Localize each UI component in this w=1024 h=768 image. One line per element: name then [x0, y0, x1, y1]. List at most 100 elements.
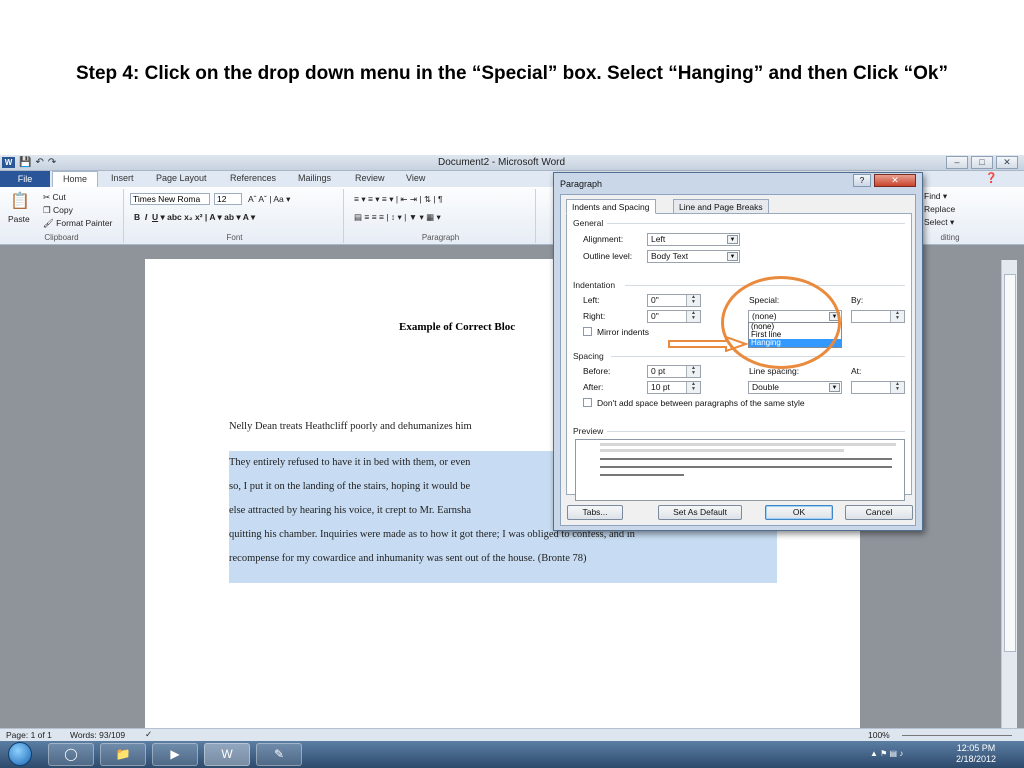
copy-label: Copy: [53, 205, 73, 215]
status-bar: Page: 1 of 1 Words: 93/109 ✓ 100%: [0, 728, 1024, 741]
after-input[interactable]: 10 pt ▲ ▼: [647, 381, 701, 394]
tabs-button[interactable]: Tabs...: [567, 505, 623, 520]
tab-view[interactable]: View: [406, 173, 425, 183]
zoom-level[interactable]: 100%: [868, 730, 890, 740]
font-name-select[interactable]: Times New Roma: [130, 193, 210, 205]
mirror-indents-label: Mirror indents: [597, 327, 649, 337]
alignment-buttons[interactable]: ▤ ≡ ≡ ≡ | ↕ ▾ | ▼ ▾ ▦ ▾: [354, 212, 441, 223]
tab-line-page-breaks[interactable]: Line and Page Breaks: [673, 199, 769, 214]
preview-line: [600, 443, 896, 446]
format-painter-label: Format Painter: [56, 218, 113, 228]
chevron-down-icon: ▼: [727, 235, 738, 244]
vertical-scrollbar[interactable]: [1001, 260, 1017, 728]
preview-section-label: Preview: [573, 426, 604, 436]
tab-indents-spacing[interactable]: Indents and Spacing: [566, 199, 656, 214]
word-app-icon[interactable]: W: [2, 157, 15, 168]
replace-button[interactable]: Replace: [924, 204, 955, 214]
start-button[interactable]: [8, 742, 32, 766]
divider: [607, 431, 905, 432]
paint-taskbar-icon[interactable]: ✎: [256, 743, 302, 766]
line-spacing-select[interactable]: Double ▼: [748, 381, 842, 394]
chevron-down-icon: ▼: [829, 383, 840, 392]
zoom-slider[interactable]: [902, 735, 1012, 736]
minimize-button[interactable]: –: [946, 156, 968, 169]
tab-mailings[interactable]: Mailings: [298, 173, 331, 183]
close-window-button[interactable]: ✕: [996, 156, 1018, 169]
before-input[interactable]: 0 pt ▲ ▼: [647, 365, 701, 378]
font-group: Times New Roma 12 Aˆ Aˇ | Aa ▾ B I U ▾ a…: [126, 189, 344, 243]
font-size-select[interactable]: 12: [214, 193, 242, 205]
maximize-button[interactable]: □: [971, 156, 993, 169]
spinner-icon[interactable]: ▲ ▼: [686, 382, 700, 393]
help-icon[interactable]: ❓: [985, 173, 997, 184]
set-as-default-button[interactable]: Set As Default: [658, 505, 742, 520]
explorer-taskbar-icon[interactable]: 📁: [100, 743, 146, 766]
by-label: By:: [851, 295, 864, 305]
close-icon: ✕: [891, 175, 899, 185]
tab-review[interactable]: Review: [355, 173, 385, 183]
select-button[interactable]: Select ▾: [924, 217, 954, 228]
outline-level-select[interactable]: Body Text ▼: [647, 250, 740, 263]
alignment-value: Left: [651, 234, 666, 244]
clipboard-group: 📋 Paste ✂ Cut ❐ Copy 🖌 Format Painter Cl…: [0, 189, 124, 243]
tray-icons[interactable]: ▲ ⚑ ▤ ♪: [870, 749, 903, 758]
paste-icon[interactable]: 📋: [10, 191, 30, 211]
redo-icon[interactable]: ↷: [48, 157, 56, 168]
cut-button[interactable]: ✂ Cut: [43, 192, 66, 203]
quote-line: recompense for my cowardice and inhumani…: [229, 553, 587, 564]
dialog-close-button[interactable]: ✕: [874, 174, 916, 187]
at-input[interactable]: ▲ ▼: [851, 381, 905, 394]
right-indent-input[interactable]: 0" ▲ ▼: [647, 310, 701, 323]
undo-icon[interactable]: ↶: [35, 157, 43, 168]
media-player-taskbar-icon[interactable]: ▶: [152, 743, 198, 766]
find-button[interactable]: Find ▾: [924, 191, 947, 202]
left-indent-input[interactable]: 0" ▲ ▼: [647, 294, 701, 307]
font-format-buttons[interactable]: B I U ▾ abc x₂ x² | A ▾ ab ▾ A ▾: [134, 212, 255, 223]
clock[interactable]: 12:05 PM 2/18/2012: [956, 743, 996, 765]
paste-button[interactable]: Paste: [8, 214, 30, 224]
general-section-label: General: [573, 218, 604, 228]
format-painter-button[interactable]: 🖌 Format Painter: [43, 218, 112, 229]
ie-taskbar-icon[interactable]: ◯: [48, 743, 94, 766]
divider: [607, 223, 905, 224]
by-input[interactable]: ▲ ▼: [851, 310, 905, 323]
dont-add-space-checkbox[interactable]: [583, 398, 592, 407]
at-label: At:: [851, 366, 862, 376]
quick-access-toolbar: W 💾 ↶ ↷: [2, 157, 56, 168]
mirror-indents-checkbox[interactable]: [583, 327, 592, 336]
grow-font-icon[interactable]: Aˆ Aˇ | Aa ▾: [248, 194, 290, 205]
scroll-thumb[interactable]: [1004, 274, 1016, 652]
ok-button[interactable]: OK: [765, 505, 833, 520]
title-bar: W 💾 ↶ ↷ Document2 - Microsoft Word – □ ✕: [0, 155, 1024, 171]
dialog-body: Indents and Spacing Line and Page Breaks…: [560, 194, 916, 526]
dialog-help-button[interactable]: ?: [853, 174, 871, 187]
spinner-icon[interactable]: ▲ ▼: [890, 382, 904, 393]
window-title: Document2 - Microsoft Word: [438, 157, 566, 168]
spinner-icon[interactable]: ▲ ▼: [686, 311, 700, 322]
scissors-icon: ✂: [43, 192, 51, 202]
page-count[interactable]: Page: 1 of 1: [6, 730, 52, 740]
right-indent-value: 0": [651, 311, 659, 321]
clock-date: 2/18/2012: [955, 754, 996, 764]
spinner-icon[interactable]: ▲ ▼: [686, 366, 700, 377]
spacing-section-label: Spacing: [573, 351, 604, 361]
copy-button[interactable]: ❐ Copy: [43, 205, 73, 216]
document-intro: Nelly Dean treats Heathcliff poorly and …: [229, 421, 472, 432]
alignment-select[interactable]: Left ▼: [647, 233, 740, 246]
find-label: Find: [924, 191, 941, 201]
tab-references[interactable]: References: [230, 173, 276, 183]
save-icon[interactable]: 💾: [19, 157, 31, 168]
spinner-icon[interactable]: ▲ ▼: [686, 295, 700, 306]
proofing-icon[interactable]: ✓: [145, 729, 152, 740]
preview-line: [600, 474, 684, 476]
after-label: After:: [583, 382, 604, 392]
cancel-button[interactable]: Cancel: [845, 505, 913, 520]
word-taskbar-icon[interactable]: W: [204, 743, 250, 766]
tab-file[interactable]: File: [0, 171, 50, 187]
tab-page-layout[interactable]: Page Layout: [156, 173, 207, 183]
tab-home[interactable]: Home: [52, 171, 98, 188]
spinner-icon[interactable]: ▲ ▼: [890, 311, 904, 322]
list-buttons[interactable]: ≡ ▾ ≡ ▾ ≡ ▾ | ⇤ ⇥ | ⇅ | ¶: [354, 194, 443, 205]
tab-insert[interactable]: Insert: [111, 173, 134, 183]
word-count[interactable]: Words: 93/109: [70, 730, 125, 740]
